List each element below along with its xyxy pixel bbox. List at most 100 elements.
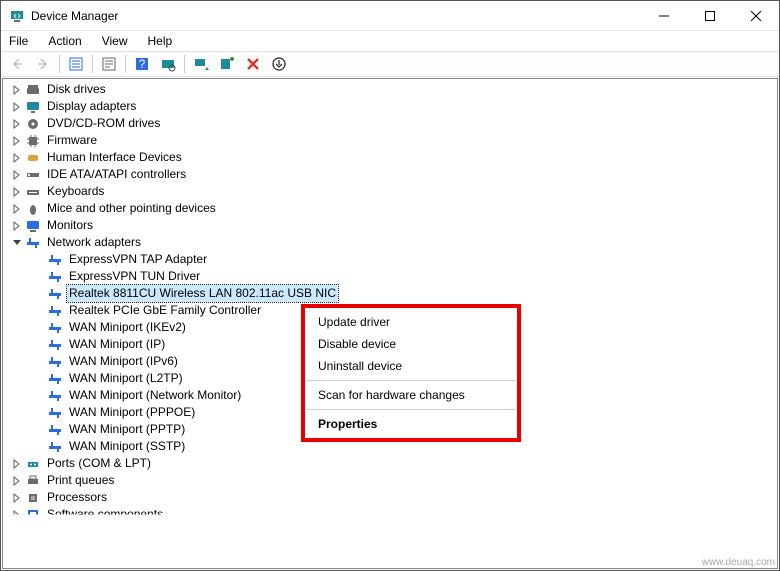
net-icon [47,252,63,268]
close-button[interactable] [733,1,779,31]
scan-hardware-button[interactable] [156,53,180,75]
show-hide-tree-button[interactable] [64,53,88,75]
add-device-button[interactable] [215,53,239,75]
monitor-icon [25,218,41,234]
tree-label: WAN Miniport (IP) [67,336,167,353]
tree-item[interactable]: ExpressVPN TAP Adapter [3,251,777,268]
ctx-separator [306,409,516,410]
menu-bar: File Action View Help [1,31,779,51]
expand-icon[interactable] [9,82,25,98]
port-icon [25,456,41,472]
printer-icon [25,473,41,489]
tree-category[interactable]: Human Interface Devices [3,149,777,166]
minimize-button[interactable] [641,1,687,31]
menu-file[interactable]: File [5,32,32,50]
tree-label: Processors [45,489,109,506]
tree-label: WAN Miniport (SSTP) [67,438,187,455]
tree-label: IDE ATA/ATAPI controllers [45,166,188,183]
tree-label: WAN Miniport (IPv6) [67,353,180,370]
tree-category[interactable]: Print queues [3,472,777,489]
tree-label: Keyboards [45,183,106,200]
maximize-button[interactable] [687,1,733,31]
uninstall-button[interactable] [241,53,265,75]
tree-label: Monitors [45,217,95,234]
net-icon [47,337,63,353]
collapse-icon[interactable] [9,235,25,251]
expand-icon[interactable] [9,201,25,217]
expand-icon[interactable] [9,99,25,115]
expand-icon[interactable] [9,184,25,200]
tree-label: WAN Miniport (PPTP) [67,421,187,438]
properties-button[interactable] [97,53,121,75]
tree-category[interactable]: DVD/CD-ROM drives [3,115,777,132]
menu-help[interactable]: Help [144,32,177,50]
toolbar-separator [92,55,93,73]
window-title: Device Manager [31,9,118,23]
down-circle-icon [271,56,287,72]
tree-category[interactable]: Ports (COM & LPT) [3,455,777,472]
net-icon [47,354,63,370]
close-icon [751,11,761,21]
net-icon [47,320,63,336]
tree-category[interactable]: Monitors [3,217,777,234]
tree-category[interactable]: Mice and other pointing devices [3,200,777,217]
context-menu: Update driver Disable device Uninstall d… [303,306,519,440]
tree-category[interactable]: Processors [3,489,777,506]
cpu-icon [25,490,41,506]
forward-button[interactable] [31,53,55,75]
properties-icon [101,56,117,72]
expand-icon[interactable] [9,150,25,166]
tree-label: Ports (COM & LPT) [45,455,153,472]
expand-icon[interactable] [9,473,25,489]
expand-icon[interactable] [9,490,25,506]
svg-text:?: ? [139,57,146,71]
net-icon [47,371,63,387]
tree-label: Disk drives [45,81,108,98]
display-icon [25,99,41,115]
tree-category[interactable]: Network adapters [3,234,777,251]
ctx-disable-device[interactable]: Disable device [306,333,516,355]
toolbar-separator [59,55,60,73]
tree-category[interactable]: IDE ATA/ATAPI controllers [3,166,777,183]
expand-icon[interactable] [9,133,25,149]
net-icon [47,286,63,302]
tree-item[interactable]: ExpressVPN TUN Driver [3,268,777,285]
menu-view[interactable]: View [98,32,132,50]
ctx-properties[interactable]: Properties [306,413,516,435]
net-icon [47,439,63,455]
tree-label: Firmware [45,132,99,149]
net-icon [25,235,41,251]
dvd-icon [25,116,41,132]
ctx-uninstall-device[interactable]: Uninstall device [306,355,516,377]
expand-icon [31,337,47,353]
tree-item[interactable]: Realtek 8811CU Wireless LAN 802.11ac USB… [3,285,777,302]
update-driver-button[interactable] [189,53,213,75]
disable-button[interactable] [267,53,291,75]
tree-category[interactable]: Keyboards [3,183,777,200]
tree-category[interactable]: Software components [3,506,777,523]
expand-icon[interactable] [9,456,25,472]
expand-icon [31,371,47,387]
expand-icon[interactable] [9,167,25,183]
mouse-icon [25,201,41,217]
tree-category[interactable]: Display adapters [3,98,777,115]
tree-label: Human Interface Devices [45,149,184,166]
tree-item[interactable]: WAN Miniport (SSTP) [3,438,777,455]
ctx-update-driver[interactable]: Update driver [306,311,516,333]
expand-icon[interactable] [9,218,25,234]
expand-icon[interactable] [9,507,25,523]
expand-icon [31,320,47,336]
ctx-scan-hardware[interactable]: Scan for hardware changes [306,384,516,406]
tree-label: Display adapters [45,98,138,115]
monitor-up-icon [193,56,209,72]
hid-icon [25,150,41,166]
expand-icon[interactable] [9,116,25,132]
maximize-icon [705,11,715,21]
tree-category[interactable]: Firmware [3,132,777,149]
net-icon [47,269,63,285]
help-button[interactable]: ? [130,53,154,75]
menu-action[interactable]: Action [44,32,85,50]
tree-icon [68,56,84,72]
tree-category[interactable]: Disk drives [3,81,777,98]
back-button[interactable] [5,53,29,75]
